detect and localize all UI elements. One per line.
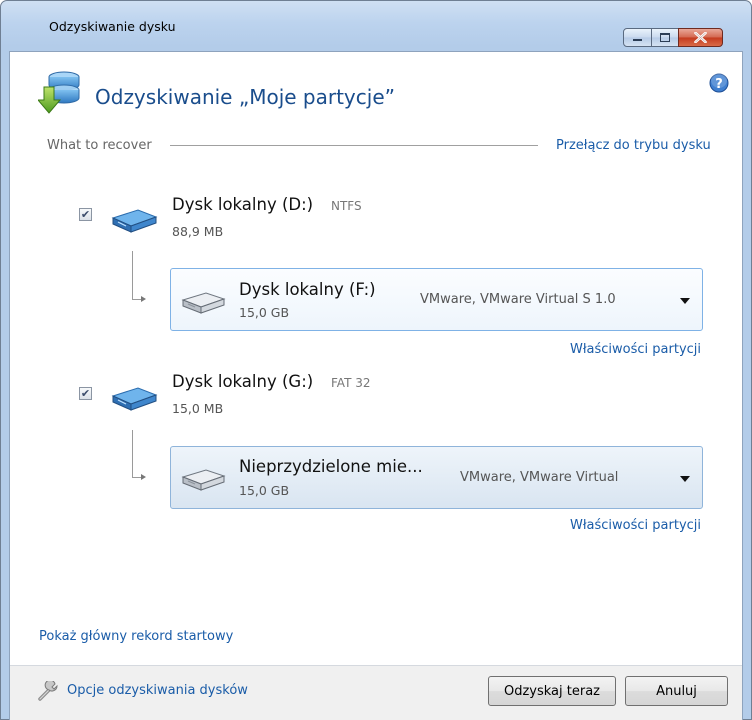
target-drive-icon <box>181 469 226 491</box>
partition-properties-link[interactable]: Właściwości partycji <box>570 518 701 533</box>
hard-drive-icon <box>111 387 158 411</box>
connector-arrow-icon <box>141 474 146 480</box>
target-device-name: VMware, VMware Virtual <box>460 470 619 485</box>
disk-recovery-icon <box>38 71 80 114</box>
recovery-options-link[interactable]: Opcje odzyskiwania dysków <box>67 683 248 698</box>
maximize-icon <box>660 33 670 42</box>
switch-to-disk-mode-link[interactable]: Przełącz do trybu dysku <box>556 138 711 153</box>
partition-name: Dysk lokalny (D:) <box>172 195 314 214</box>
partition-name: Dysk lokalny (G:) <box>172 372 314 391</box>
partition-properties-link[interactable]: Właściwości partycji <box>570 342 701 357</box>
connector-arrow-icon <box>141 296 146 302</box>
minimize-icon <box>633 39 642 41</box>
checkmark-icon: ✔ <box>80 208 91 221</box>
partition-size: 88,9 MB <box>172 224 224 239</box>
target-partition-name: Dysk lokalny (F:) <box>239 280 376 299</box>
partition-size: 15,0 MB <box>172 401 224 416</box>
close-icon <box>694 32 707 43</box>
dropdown-arrow-icon <box>680 298 690 304</box>
help-icon[interactable]: ? <box>709 73 729 93</box>
cancel-button[interactable]: Anuluj <box>625 676 728 706</box>
target-partition-name: Nieprzydzielone mie... <box>239 457 423 476</box>
section-label: What to recover <box>47 138 152 153</box>
svg-text:?: ? <box>715 77 723 92</box>
tree-connector <box>132 251 133 300</box>
partition-checkbox[interactable]: ✔ <box>79 208 92 221</box>
minimize-button[interactable] <box>623 28 652 47</box>
target-drive-icon <box>181 292 226 314</box>
tree-connector <box>132 430 133 478</box>
maximize-button[interactable] <box>651 28 679 47</box>
section-divider <box>170 145 538 146</box>
page-title: Odzyskiwanie „Moje partycje” <box>95 85 395 109</box>
partition-checkbox[interactable]: ✔ <box>79 387 92 400</box>
target-partition-size: 15,0 GB <box>239 483 290 498</box>
wrench-icon <box>38 681 58 701</box>
window-title: Odzyskiwanie dysku <box>49 19 176 34</box>
hard-drive-icon <box>111 209 158 233</box>
target-partition-dropdown[interactable] <box>170 446 703 509</box>
checkmark-icon: ✔ <box>80 387 91 400</box>
show-mbr-link[interactable]: Pokaż główny rekord startowy <box>39 629 233 644</box>
partition-filesystem: NTFS <box>331 199 362 213</box>
target-device-name: VMware, VMware Virtual S 1.0 <box>420 292 616 307</box>
close-button[interactable] <box>678 28 723 47</box>
partition-filesystem: FAT 32 <box>331 376 371 390</box>
target-partition-size: 15,0 GB <box>239 305 290 320</box>
dropdown-arrow-icon <box>680 476 690 482</box>
recover-now-button[interactable]: Odzyskaj teraz <box>488 676 616 706</box>
